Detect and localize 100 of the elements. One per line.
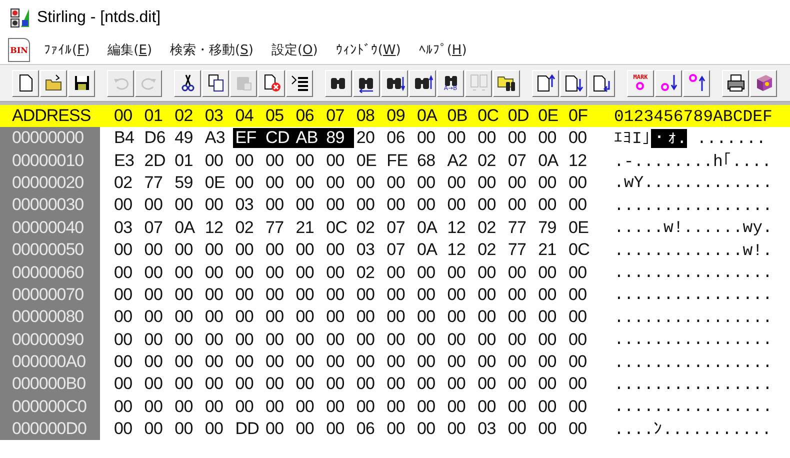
byte-cell[interactable]: 59: [172, 172, 203, 193]
byte-cell[interactable]: 02: [233, 218, 264, 238]
byte-cell[interactable]: EF: [233, 128, 264, 148]
toolbar-button[interactable]: [560, 70, 587, 96]
byte-cell[interactable]: 00: [142, 396, 173, 417]
toolbar-button[interactable]: [655, 70, 682, 96]
byte-cell[interactable]: 00: [566, 396, 597, 417]
byte-cell[interactable]: 00: [445, 419, 476, 440]
byte-cell[interactable]: 00: [202, 307, 234, 328]
byte-cell[interactable]: 0A: [414, 218, 446, 238]
byte-cell[interactable]: 00: [354, 284, 385, 305]
byte-cell[interactable]: 00: [112, 284, 142, 305]
byte-cell[interactable]: 00: [384, 330, 415, 350]
byte-cell[interactable]: 00: [172, 240, 203, 260]
byte-cell[interactable]: 00: [445, 374, 476, 394]
byte-cell[interactable]: 00: [324, 419, 354, 440]
byte-cell[interactable]: 00: [476, 352, 506, 372]
byte-cell[interactable]: 21: [294, 218, 324, 238]
ascii-text[interactable]: .wY.............: [614, 173, 772, 192]
byte-cell[interactable]: 03: [354, 240, 385, 260]
byte-cell[interactable]: 00: [384, 262, 415, 283]
byte-cell[interactable]: 00: [263, 307, 294, 328]
byte-cell[interactable]: 00: [233, 172, 264, 193]
byte-cell[interactable]: 00: [536, 352, 566, 372]
byte-cell[interactable]: 00: [384, 195, 415, 216]
byte-cell[interactable]: 06: [384, 128, 415, 148]
byte-cell[interactable]: 0E: [566, 218, 597, 238]
toolbar-button[interactable]: [750, 70, 777, 96]
toolbar-button[interactable]: [286, 70, 313, 96]
byte-cell[interactable]: 00: [476, 262, 506, 283]
byte-cell[interactable]: 00: [506, 284, 536, 305]
ascii-text[interactable]: .......: [686, 129, 766, 148]
byte-cell[interactable]: 2D: [142, 150, 173, 171]
byte-cell[interactable]: 12: [566, 150, 597, 171]
byte-cell[interactable]: 89: [324, 128, 354, 148]
byte-cell[interactable]: CD: [263, 128, 294, 148]
byte-cell[interactable]: 00: [112, 396, 142, 417]
menu-item[interactable]: ﾌｧｲﾙ(F): [38, 40, 96, 60]
byte-cell[interactable]: 00: [506, 419, 536, 440]
byte-cell[interactable]: 00: [476, 330, 506, 350]
byte-cell[interactable]: 00: [536, 307, 566, 328]
byte-cell[interactable]: 00: [142, 419, 173, 440]
ascii-text[interactable]: ................: [614, 352, 772, 372]
byte-cell[interactable]: 00: [445, 284, 476, 305]
byte-cell[interactable]: 00: [233, 352, 264, 372]
byte-cell[interactable]: B4: [112, 128, 142, 148]
byte-cell[interactable]: A3: [202, 128, 234, 148]
byte-cell[interactable]: 00: [233, 262, 264, 283]
byte-cell[interactable]: 00: [536, 396, 566, 417]
byte-cell[interactable]: 00: [324, 307, 354, 328]
byte-cell[interactable]: 02: [476, 218, 506, 238]
byte-cell[interactable]: 00: [566, 374, 597, 394]
byte-cell[interactable]: 00: [202, 419, 234, 440]
byte-cell[interactable]: 03: [233, 195, 264, 216]
ascii-text[interactable]: .............w!.: [614, 240, 772, 260]
toolbar-button[interactable]: [683, 70, 710, 96]
byte-cell[interactable]: 00: [142, 352, 173, 372]
byte-cell[interactable]: 00: [414, 262, 446, 283]
byte-cell[interactable]: 00: [506, 262, 536, 283]
byte-cell[interactable]: 02: [354, 262, 385, 283]
byte-cell[interactable]: 00: [506, 352, 536, 372]
byte-cell[interactable]: 77: [142, 172, 173, 193]
byte-cell[interactable]: 07: [142, 218, 173, 238]
ascii-text[interactable]: ................: [614, 196, 772, 215]
byte-cell[interactable]: 77: [506, 218, 536, 238]
toolbar-button[interactable]: [409, 70, 436, 96]
byte-cell[interactable]: 02: [476, 240, 506, 260]
byte-cell[interactable]: 0E: [354, 150, 385, 171]
ascii-text[interactable]: ................: [614, 263, 772, 282]
byte-cell[interactable]: 00: [445, 330, 476, 350]
byte-cell[interactable]: 00: [414, 374, 446, 394]
ascii-text[interactable]: ................: [614, 397, 772, 416]
byte-cell[interactable]: 00: [354, 396, 385, 417]
byte-cell[interactable]: 00: [506, 307, 536, 328]
ascii-text[interactable]: ................: [614, 374, 772, 394]
byte-cell[interactable]: 00: [414, 284, 446, 305]
byte-cell[interactable]: 02: [112, 172, 142, 193]
menu-item[interactable]: 設定(O): [265, 39, 324, 61]
byte-cell[interactable]: 00: [414, 307, 446, 328]
byte-cell[interactable]: 00: [172, 195, 203, 216]
byte-cell[interactable]: 00: [445, 396, 476, 417]
ascii-text[interactable]: .-........h｢....: [614, 152, 772, 171]
byte-cell[interactable]: 00: [263, 150, 294, 171]
byte-cell[interactable]: 00: [414, 172, 446, 193]
byte-cell[interactable]: 00: [172, 330, 203, 350]
byte-cell[interactable]: 12: [445, 218, 476, 238]
byte-cell[interactable]: 12: [445, 240, 476, 260]
byte-cell[interactable]: 00: [536, 172, 566, 193]
byte-cell[interactable]: 06: [354, 419, 385, 440]
byte-cell[interactable]: 00: [536, 419, 566, 440]
byte-cell[interactable]: D6: [142, 128, 173, 148]
byte-cell[interactable]: 00: [324, 330, 354, 350]
byte-cell[interactable]: 00: [476, 128, 506, 148]
byte-cell[interactable]: 00: [536, 128, 566, 148]
byte-cell[interactable]: 00: [324, 262, 354, 283]
byte-cell[interactable]: 00: [142, 307, 173, 328]
byte-cell[interactable]: 00: [294, 262, 324, 283]
toolbar-button[interactable]: [40, 70, 67, 96]
byte-cell[interactable]: AB: [294, 128, 324, 148]
byte-cell[interactable]: 02: [476, 150, 506, 171]
